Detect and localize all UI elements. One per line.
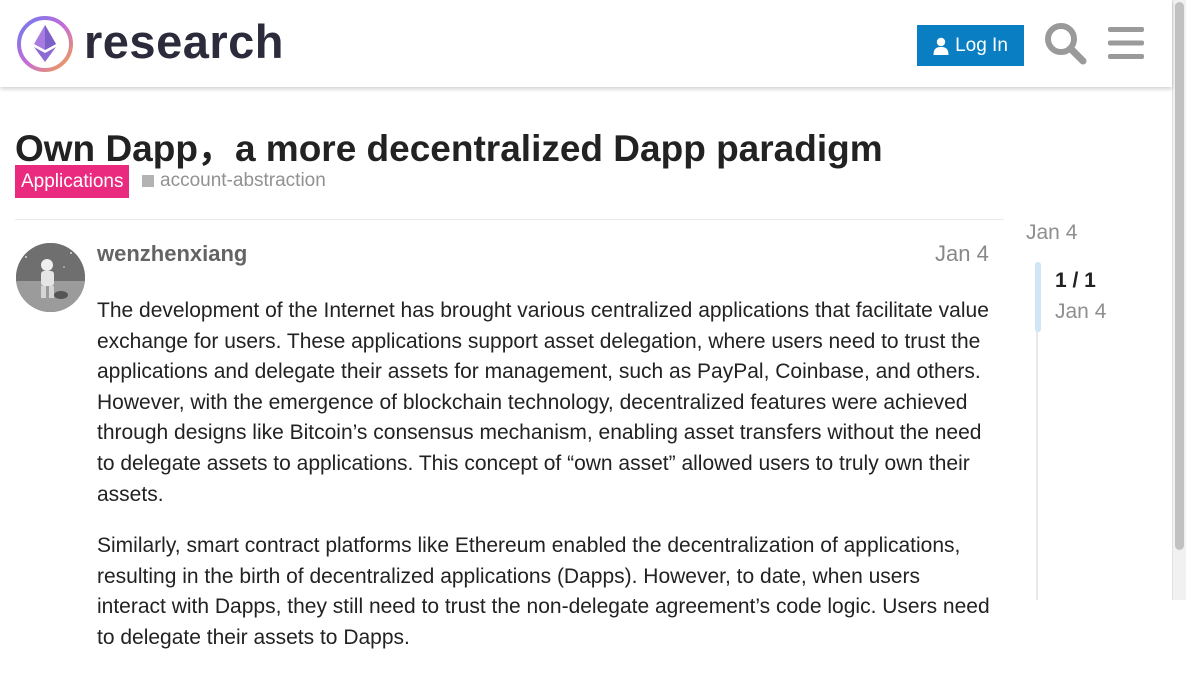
- search-icon[interactable]: [1043, 21, 1087, 65]
- topic-title: Own Dapp，a more decentralized Dapp parad…: [15, 128, 883, 169]
- timeline-start-date[interactable]: Jan 4: [1026, 221, 1077, 245]
- ethereum-logo-icon[interactable]: [16, 15, 74, 73]
- login-label: Log In: [955, 34, 1008, 56]
- post-date[interactable]: Jan 4: [935, 241, 989, 267]
- tag-square-icon: [142, 175, 154, 187]
- site-header: research Log In: [0, 0, 1172, 87]
- login-button[interactable]: Log In: [917, 25, 1024, 66]
- page-scrollbar[interactable]: [1172, 0, 1186, 600]
- site-brand[interactable]: research: [84, 14, 284, 70]
- post-paragraph: The development of the Internet has brou…: [97, 299, 989, 506]
- person-icon: [933, 37, 949, 55]
- post-body: The development of the Internet has brou…: [97, 296, 992, 675]
- tag-label: account-abstraction: [160, 170, 326, 191]
- avatar-image: [16, 243, 85, 312]
- timeline-current-date: Jan 4: [1055, 300, 1107, 323]
- divider: [15, 219, 1004, 220]
- timeline-progress: 1 / 1: [1055, 269, 1096, 292]
- scrollbar-thumb[interactable]: [1175, 2, 1184, 550]
- tag-link[interactable]: account-abstraction: [142, 169, 326, 193]
- timeline-scroll-handle[interactable]: [1035, 262, 1041, 332]
- post-paragraph: Similarly, smart contract platforms like…: [97, 534, 990, 649]
- post-username[interactable]: wenzhenxiang: [97, 241, 247, 267]
- avatar[interactable]: [16, 243, 85, 312]
- hamburger-menu-icon[interactable]: [1108, 26, 1144, 60]
- category-badge[interactable]: Applications: [15, 165, 130, 198]
